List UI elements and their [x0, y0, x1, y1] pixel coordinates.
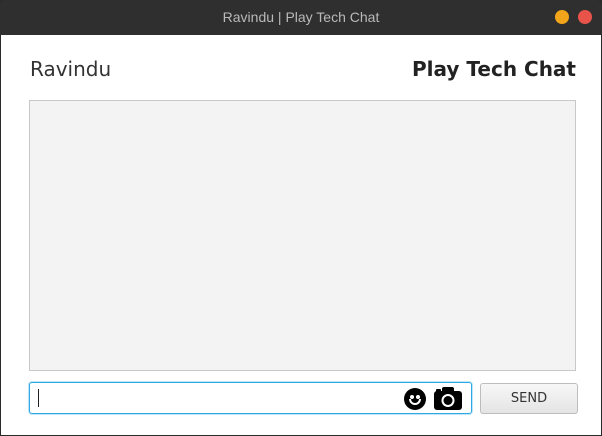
emoji-icon[interactable] — [404, 388, 426, 410]
title-bar[interactable]: Ravindu | Play Tech Chat — [0, 0, 602, 35]
app-title: Play Tech Chat — [412, 57, 576, 81]
chat-messages-area[interactable] — [29, 100, 576, 371]
main-panel: Ravindu Play Tech Chat SEND — [1, 35, 601, 435]
text-caret — [38, 389, 39, 407]
minimize-button[interactable] — [555, 10, 569, 24]
camera-icon[interactable] — [433, 385, 463, 411]
close-button[interactable] — [578, 10, 592, 24]
user-name-label: Ravindu — [30, 57, 112, 81]
window-title: Ravindu | Play Tech Chat — [222, 9, 380, 25]
emoji-mouth — [409, 399, 421, 405]
send-button[interactable]: SEND — [480, 383, 578, 414]
chat-window: Ravindu | Play Tech Chat Ravindu Play Te… — [0, 0, 602, 436]
